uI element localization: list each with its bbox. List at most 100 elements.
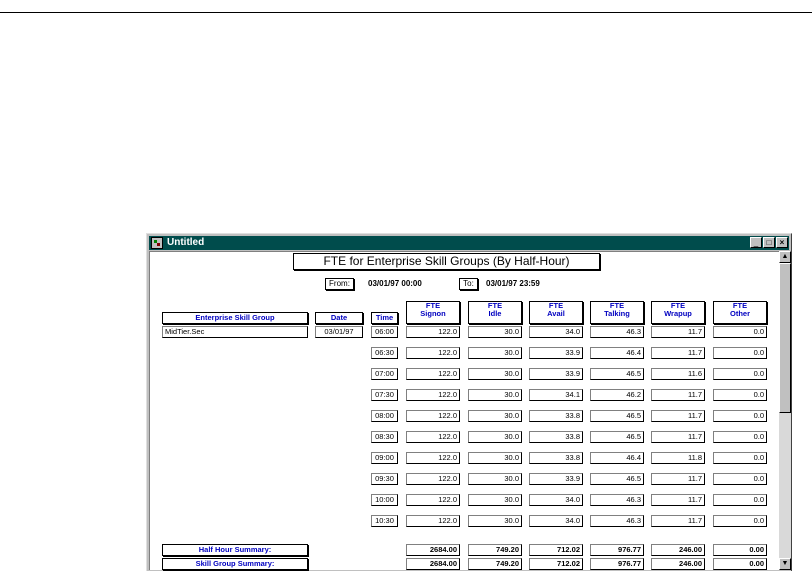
header-fte-signon-line2: Signon [420, 309, 446, 318]
cell-wrapup: 11.7 [651, 410, 705, 422]
cell-wrapup: 11.8 [651, 452, 705, 464]
header-fte-idle-line2: Idle [488, 309, 502, 318]
cell-time: 10:30 [371, 515, 398, 527]
summary-other: 0.00 [713, 558, 767, 570]
cell-avail: 34.0 [529, 326, 583, 338]
header-fte-other: FTE Other [713, 301, 767, 324]
cell-time: 06:00 [371, 326, 398, 338]
cell-time: 08:00 [371, 410, 398, 422]
cell-time: 09:30 [371, 473, 398, 485]
cell-wrapup: 11.7 [651, 347, 705, 359]
cell-other: 0.0 [713, 347, 767, 359]
cell-idle: 30.0 [468, 410, 522, 422]
from-label: From: [325, 278, 354, 290]
summary-other: 0.00 [713, 544, 767, 556]
cell-wrapup: 11.7 [651, 326, 705, 338]
report-canvas: FTE for Enterprise Skill Groups (By Half… [149, 251, 779, 570]
cell-signon: 122.0 [406, 410, 460, 422]
vertical-scrollbar[interactable]: ▲ ▼ [779, 251, 791, 570]
to-value: 03/01/97 23:59 [486, 279, 540, 288]
cell-time: 07:00 [371, 368, 398, 380]
skill-group-name: MidTier.Sec [162, 326, 308, 338]
header-enterprise-skill-group: Enterprise Skill Group [162, 312, 308, 324]
cell-time: 06:30 [371, 347, 398, 359]
cell-signon: 122.0 [406, 326, 460, 338]
cell-idle: 30.0 [468, 347, 522, 359]
summary-signon: 2684.00 [406, 558, 460, 570]
cell-wrapup: 11.7 [651, 515, 705, 527]
cell-other: 0.0 [713, 515, 767, 527]
summary-talking: 976.77 [590, 544, 644, 556]
header-fte-avail: FTE Avail [529, 301, 583, 324]
cell-idle: 30.0 [468, 515, 522, 527]
summary-wrapup: 246.00 [651, 544, 705, 556]
header-fte-other-line2: Other [729, 309, 750, 318]
header-fte-talking-line2: Talking [604, 309, 630, 318]
cell-avail: 33.9 [529, 473, 583, 485]
header-fte-avail-line2: Avail [547, 309, 565, 318]
close-button[interactable]: × [776, 237, 788, 248]
cell-other: 0.0 [713, 410, 767, 422]
minimize-button[interactable]: _ [750, 237, 762, 248]
cell-idle: 30.0 [468, 431, 522, 443]
cell-talking: 46.3 [590, 494, 644, 506]
cell-idle: 30.0 [468, 473, 522, 485]
cell-signon: 122.0 [406, 431, 460, 443]
from-value: 03/01/97 00:00 [368, 279, 422, 288]
cell-time: 09:00 [371, 452, 398, 464]
summary-avail: 712.02 [529, 544, 583, 556]
cell-talking: 46.3 [590, 326, 644, 338]
window-titlebar[interactable]: Untitled _ □ × [149, 236, 789, 250]
cell-other: 0.0 [713, 326, 767, 338]
cell-wrapup: 11.6 [651, 368, 705, 380]
cell-wrapup: 11.7 [651, 431, 705, 443]
cell-talking: 46.4 [590, 347, 644, 359]
cell-avail: 33.8 [529, 431, 583, 443]
scroll-thumb[interactable] [779, 263, 791, 413]
summary-talking: 976.77 [590, 558, 644, 570]
cell-idle: 30.0 [468, 389, 522, 401]
maximize-button[interactable]: □ [763, 237, 775, 248]
cell-talking: 46.2 [590, 389, 644, 401]
cell-other: 0.0 [713, 431, 767, 443]
cell-other: 0.0 [713, 368, 767, 380]
cell-avail: 33.8 [529, 410, 583, 422]
summary-label: Skill Group Summary: [162, 558, 308, 570]
cell-time: 08:30 [371, 431, 398, 443]
cell-other: 0.0 [713, 494, 767, 506]
cell-wrapup: 11.7 [651, 473, 705, 485]
header-fte-signon: FTE Signon [406, 301, 460, 324]
cell-idle: 30.0 [468, 452, 522, 464]
summary-wrapup: 246.00 [651, 558, 705, 570]
cell-talking: 46.4 [590, 452, 644, 464]
page-top-rule [0, 12, 812, 13]
cell-talking: 46.5 [590, 473, 644, 485]
header-fte-wrapup: FTE Wrapup [651, 301, 705, 324]
cell-other: 0.0 [713, 389, 767, 401]
cell-talking: 46.5 [590, 431, 644, 443]
cell-time: 07:30 [371, 389, 398, 401]
summary-signon: 2684.00 [406, 544, 460, 556]
cell-other: 0.0 [713, 473, 767, 485]
cell-avail: 34.1 [529, 389, 583, 401]
scroll-down-arrow-icon[interactable]: ▼ [779, 558, 791, 570]
header-fte-talking: FTE Talking [590, 301, 644, 324]
cell-talking: 46.3 [590, 515, 644, 527]
cell-talking: 46.5 [590, 368, 644, 380]
header-date: Date [315, 312, 363, 324]
summary-idle: 749.20 [468, 558, 522, 570]
header-fte-idle: FTE Idle [468, 301, 522, 324]
cell-signon: 122.0 [406, 368, 460, 380]
cell-wrapup: 11.7 [651, 494, 705, 506]
app-icon[interactable] [151, 237, 163, 249]
cell-talking: 46.5 [590, 410, 644, 422]
header-fte-wrapup-line2: Wrapup [664, 309, 692, 318]
cell-avail: 34.0 [529, 494, 583, 506]
cell-signon: 122.0 [406, 347, 460, 359]
cell-wrapup: 11.7 [651, 389, 705, 401]
cell-time: 10:00 [371, 494, 398, 506]
cell-other: 0.0 [713, 452, 767, 464]
cell-signon: 122.0 [406, 515, 460, 527]
scroll-up-arrow-icon[interactable]: ▲ [779, 251, 791, 263]
header-time: Time [371, 312, 398, 324]
